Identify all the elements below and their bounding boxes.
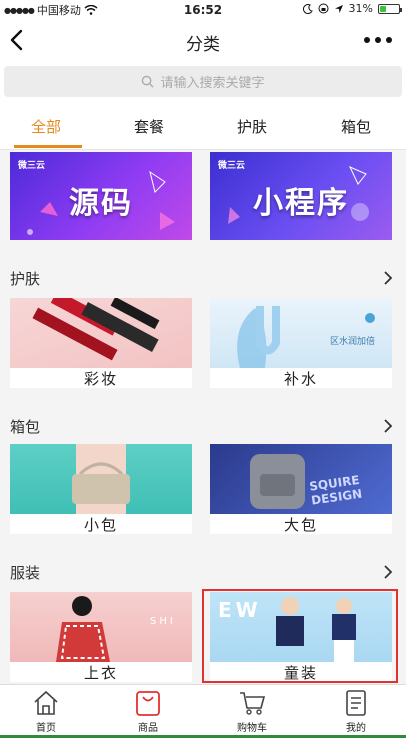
tops-image-text: SHI [150, 616, 176, 627]
water-splash-illustration [237, 306, 375, 368]
nav-label: 商品 [138, 723, 158, 734]
small-bag-image [10, 444, 192, 514]
bottom-nav: 首页 商品 购物车 我的 [0, 684, 406, 738]
kidswear-image-text: EW [218, 598, 262, 622]
chevron-right-icon[interactable] [382, 270, 394, 286]
section-title-clothing: 服装 [10, 564, 41, 582]
banner-logo: 微三云 [18, 161, 46, 171]
nav-products[interactable]: 商品 [118, 689, 178, 734]
chevron-right-icon[interactable] [382, 418, 394, 434]
category-card-kidswear[interactable]: EW 童装 [210, 592, 392, 682]
shopping-bag-icon [136, 691, 160, 716]
tops-image: SHI [10, 592, 192, 662]
search-placeholder: 请输入搜索关键字 [160, 76, 265, 91]
tab-skincare[interactable]: 护肤 [237, 116, 267, 137]
search-input[interactable]: 请输入搜索关键字 [4, 66, 402, 97]
home-icon [34, 690, 58, 715]
location-icon [334, 4, 343, 13]
nav-home[interactable]: 首页 [16, 689, 76, 734]
category-tabs: 全部 套餐 护肤 箱包 [0, 100, 406, 150]
moon-icon [302, 3, 313, 14]
status-bar: ●●●●● 中国移动 16:52 31% [0, 0, 406, 20]
card-label: 小包 [83, 516, 118, 534]
large-bag-image: SQUIRE DESIGN [210, 444, 392, 514]
tab-bags[interactable]: 箱包 [341, 116, 371, 137]
category-card-hydration[interactable]: 区水润加倍 补水 [210, 298, 392, 388]
category-card-large-bag[interactable]: SQUIRE DESIGN 大包 [210, 444, 392, 534]
page-title: 分类 [186, 35, 220, 55]
category-content: 微三云 源码 微三云 小程序 护肤 彩妆 区水润加倍 补水 箱包 小包 SQUI… [0, 150, 406, 682]
banner-title: 源码 [69, 186, 133, 221]
search-icon [142, 75, 155, 88]
hydration-brand-text: 区水润加倍 [330, 337, 376, 347]
cart-icon [240, 692, 266, 715]
card-label: 大包 [283, 516, 318, 534]
hydration-image: 区水润加倍 [210, 298, 392, 368]
chevron-right-icon[interactable] [382, 564, 394, 580]
more-options-button[interactable] [364, 30, 392, 50]
nav-mine[interactable]: 我的 [326, 689, 386, 734]
tab-packages[interactable]: 套餐 [134, 116, 164, 137]
handbag-illustration [72, 444, 130, 514]
card-label: 补水 [283, 370, 318, 388]
nav-cart[interactable]: 购物车 [222, 689, 282, 734]
navbar: 分类 [0, 20, 406, 62]
lock-rotation-icon [318, 3, 329, 14]
banner-source-code[interactable]: 微三云 源码 [10, 152, 192, 240]
lipstick-illustration [32, 298, 160, 361]
section-title-bags: 箱包 [10, 418, 41, 436]
card-label: 上衣 [83, 664, 118, 682]
kidswear-image: EW [210, 592, 392, 662]
nav-label: 首页 [36, 723, 56, 734]
category-card-small-bag[interactable]: 小包 [10, 444, 192, 534]
category-card-makeup[interactable]: 彩妆 [10, 298, 192, 388]
card-label: 彩妆 [83, 370, 118, 388]
nav-label: 购物车 [237, 723, 267, 734]
banner-mini-program[interactable]: 微三云 小程序 [210, 152, 392, 240]
active-tab-indicator [14, 145, 82, 148]
profile-document-icon [346, 690, 366, 716]
search-bar-wrap: 请输入搜索关键字 [0, 62, 406, 100]
category-page: ●●●●● 中国移动 16:52 31% 分类 请输入搜索关键字 全部 套餐 护… [0, 0, 406, 738]
card-label: 童装 [283, 664, 318, 682]
category-card-tops[interactable]: SHI 上衣 [10, 592, 192, 682]
model-tops-illustration [56, 596, 110, 662]
section-title-skincare: 护肤 [10, 270, 41, 288]
banner-logo: 微三云 [218, 161, 246, 171]
tab-all[interactable]: 全部 [31, 116, 61, 137]
nav-label: 我的 [346, 723, 366, 734]
battery-percent: 31% [348, 2, 373, 15]
banner-title: 小程序 [253, 186, 349, 221]
status-right: 31% [302, 2, 402, 15]
makeup-image [10, 298, 192, 368]
battery-icon [378, 3, 402, 14]
